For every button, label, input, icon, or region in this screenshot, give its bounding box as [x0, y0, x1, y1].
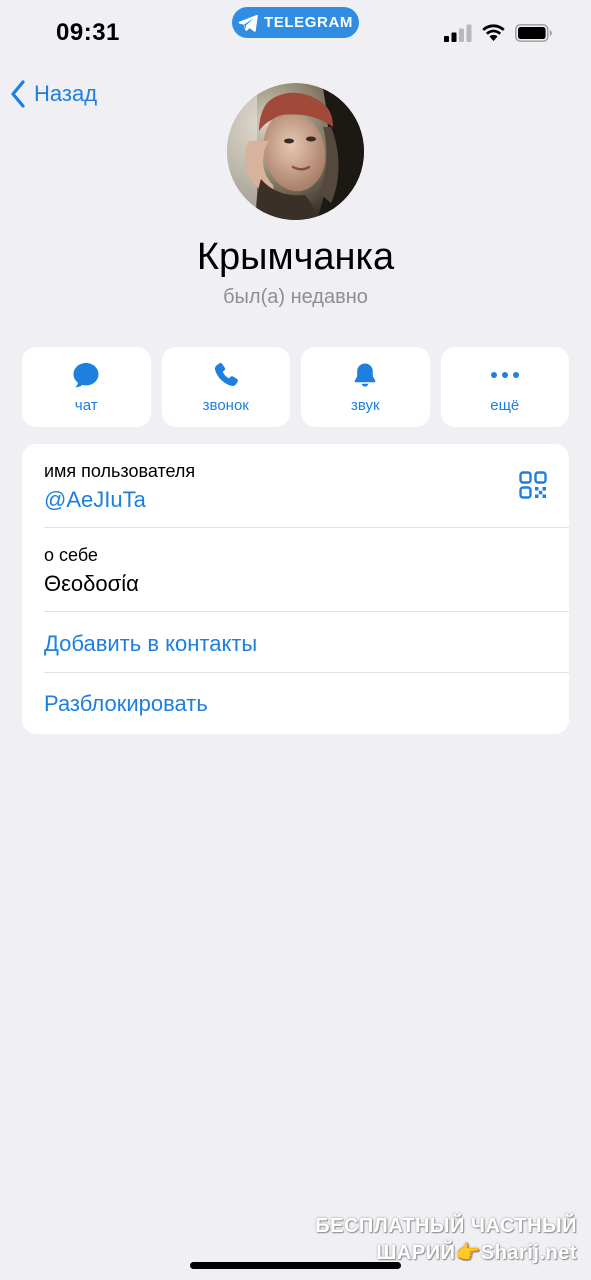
signal-icon — [444, 24, 472, 42]
call-button[interactable]: звонок — [161, 347, 290, 427]
more-icon — [490, 371, 519, 378]
sound-button[interactable]: звук — [301, 347, 430, 427]
bio-row: о себе Θεοδοσία — [22, 528, 569, 612]
status-time: 09:31 — [56, 19, 120, 46]
chat-button-label: чат — [74, 396, 98, 414]
profile-actions: чат звонок звук ещё — [22, 347, 569, 427]
wifi-icon — [482, 24, 505, 41]
divider — [44, 611, 569, 612]
battery-icon — [515, 24, 552, 42]
qr-code-icon[interactable] — [519, 471, 547, 499]
phone-icon — [214, 362, 238, 386]
last-seen-status: был(а) недавно — [223, 286, 368, 308]
username-label: имя пользователя — [44, 461, 196, 481]
username-value[interactable]: @AeJIuTa — [44, 487, 146, 513]
chat-button[interactable]: чат — [22, 347, 151, 427]
back-label: Назад — [34, 81, 98, 106]
call-button-label: звонок — [202, 396, 249, 414]
divider — [44, 672, 569, 673]
username-row[interactable]: имя пользователя @AeJIuTa — [22, 444, 569, 528]
status-bar: 09:31 TELEGRAM — [0, 0, 591, 70]
more-button[interactable]: ещё — [440, 347, 569, 427]
home-indicator[interactable] — [190, 1262, 401, 1269]
telegram-icon — [238, 14, 258, 32]
profile-info-card: имя пользователя @AeJIuTa о себе Θεοδοσί… — [22, 444, 569, 734]
chevron-left-icon — [11, 80, 25, 108]
unblock-button[interactable]: Разблокировать — [44, 691, 208, 717]
avatar[interactable] — [227, 83, 364, 220]
profile-name: Крымчанка — [196, 236, 395, 278]
watermark-line-1: БЕСПЛАТНЫЙ ЧАСТНЫЙ — [315, 1215, 577, 1237]
watermark: БЕСПЛАТНЫЙ ЧАСТНЫЙ ШАРИЙ👉Sharij.net — [315, 1213, 577, 1267]
sound-button-label: звук — [350, 396, 380, 414]
telegram-pill-label: TELEGRAM — [264, 14, 353, 31]
more-button-label: ещё — [490, 396, 520, 414]
back-button[interactable]: Назад — [10, 80, 97, 108]
telegram-pill[interactable]: TELEGRAM — [232, 7, 359, 38]
bio-value: Θεοδοσία — [44, 571, 139, 596]
bell-icon — [354, 363, 376, 387]
system-icons — [444, 24, 553, 42]
avatar-photo — [227, 83, 364, 220]
chat-icon — [73, 362, 99, 387]
bio-label: о себе — [44, 545, 98, 565]
add-to-contacts-button[interactable]: Добавить в контакты — [44, 631, 257, 657]
